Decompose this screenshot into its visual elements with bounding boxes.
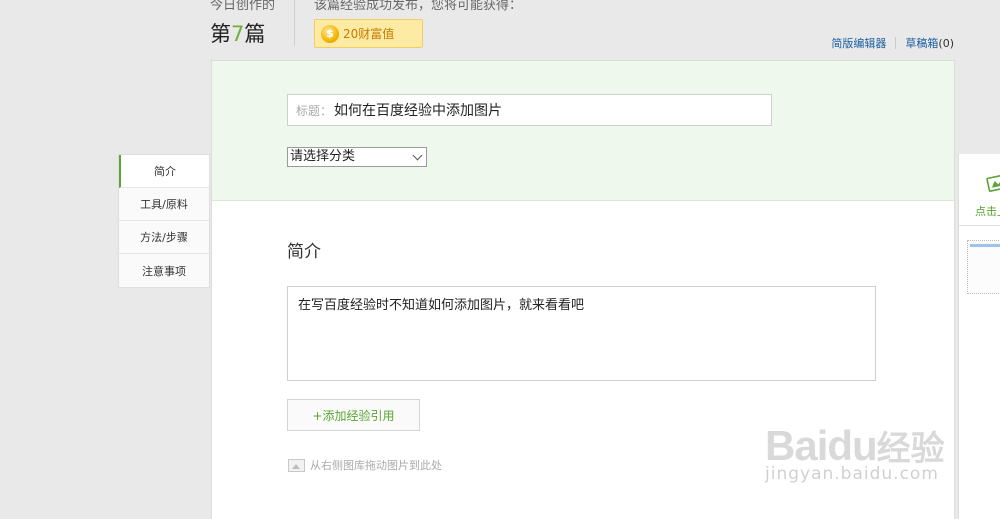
- upload-label: 点击上: [975, 205, 1000, 218]
- simple-editor-link[interactable]: 简版编辑器: [831, 35, 886, 51]
- title-label: 标题：: [296, 103, 333, 118]
- reward-badge: $ 20财富值: [314, 19, 423, 48]
- baidu-watermark: Baidu经验 jingyan.baidu.com: [765, 421, 945, 484]
- article-count: 第7篇: [210, 18, 265, 48]
- category-select-value: 请选择分类: [290, 149, 356, 164]
- today-creation-label: 今日创作的: [210, 0, 276, 13]
- add-reference-button[interactable]: +添加经验引用: [287, 399, 420, 431]
- top-links: 简版编辑器 草稿箱 (0): [831, 35, 954, 51]
- nav-item-intro[interactable]: 简介: [119, 155, 209, 188]
- chevron-down-icon: [412, 150, 423, 161]
- image-gallery-panel: 点击上: [958, 154, 1000, 519]
- count-suffix: 篇: [244, 22, 266, 46]
- drafts-count: (0): [938, 36, 954, 50]
- nav-item-steps[interactable]: 方法/步骤: [119, 221, 209, 254]
- drag-hint-text: 从右侧图库拖动图片到此处: [310, 459, 442, 472]
- upload-image-icon: [986, 174, 1000, 192]
- title-input[interactable]: 标题： 如何在百度经验中添加图片: [287, 94, 772, 126]
- drag-image-hint: 从右侧图库拖动图片到此处: [288, 457, 442, 473]
- count-number: 7: [231, 22, 245, 46]
- count-prefix: 第: [210, 22, 231, 46]
- section-nav: 简介 工具/原料 方法/步骤 注意事项: [118, 154, 210, 288]
- upload-area[interactable]: 点击上: [959, 154, 1000, 226]
- gallery-thumbnail[interactable]: [967, 240, 1000, 294]
- intro-heading: 简介: [287, 242, 321, 262]
- title-value: 如何在百度经验中添加图片: [334, 103, 503, 119]
- nav-item-tools[interactable]: 工具/原料: [119, 188, 209, 221]
- category-select[interactable]: 请选择分类: [287, 147, 427, 167]
- header-divider: [294, 0, 295, 46]
- watermark-bai: Bai: [765, 422, 828, 469]
- image-icon: [288, 458, 305, 472]
- watermark-url: jingyan.baidu.com: [765, 464, 939, 484]
- drafts-link[interactable]: 草稿箱: [905, 35, 938, 51]
- title-category-area: 标题： 如何在百度经验中添加图片 请选择分类: [212, 61, 954, 201]
- reward-text: 20财富值: [343, 27, 395, 41]
- watermark-logo: Baidu经验: [765, 421, 945, 470]
- link-separator: [895, 37, 897, 49]
- watermark-paw: du: [827, 422, 877, 469]
- coin-icon: $: [321, 24, 339, 43]
- intro-textarea[interactable]: 在写百度经验时不知道如何添加图片，就来看看吧: [287, 286, 876, 381]
- watermark-cn: 经验: [876, 430, 945, 468]
- publish-reward-message: 该篇经验成功发布，您将可能获得：: [314, 0, 523, 13]
- nav-item-notes[interactable]: 注意事项: [119, 254, 209, 287]
